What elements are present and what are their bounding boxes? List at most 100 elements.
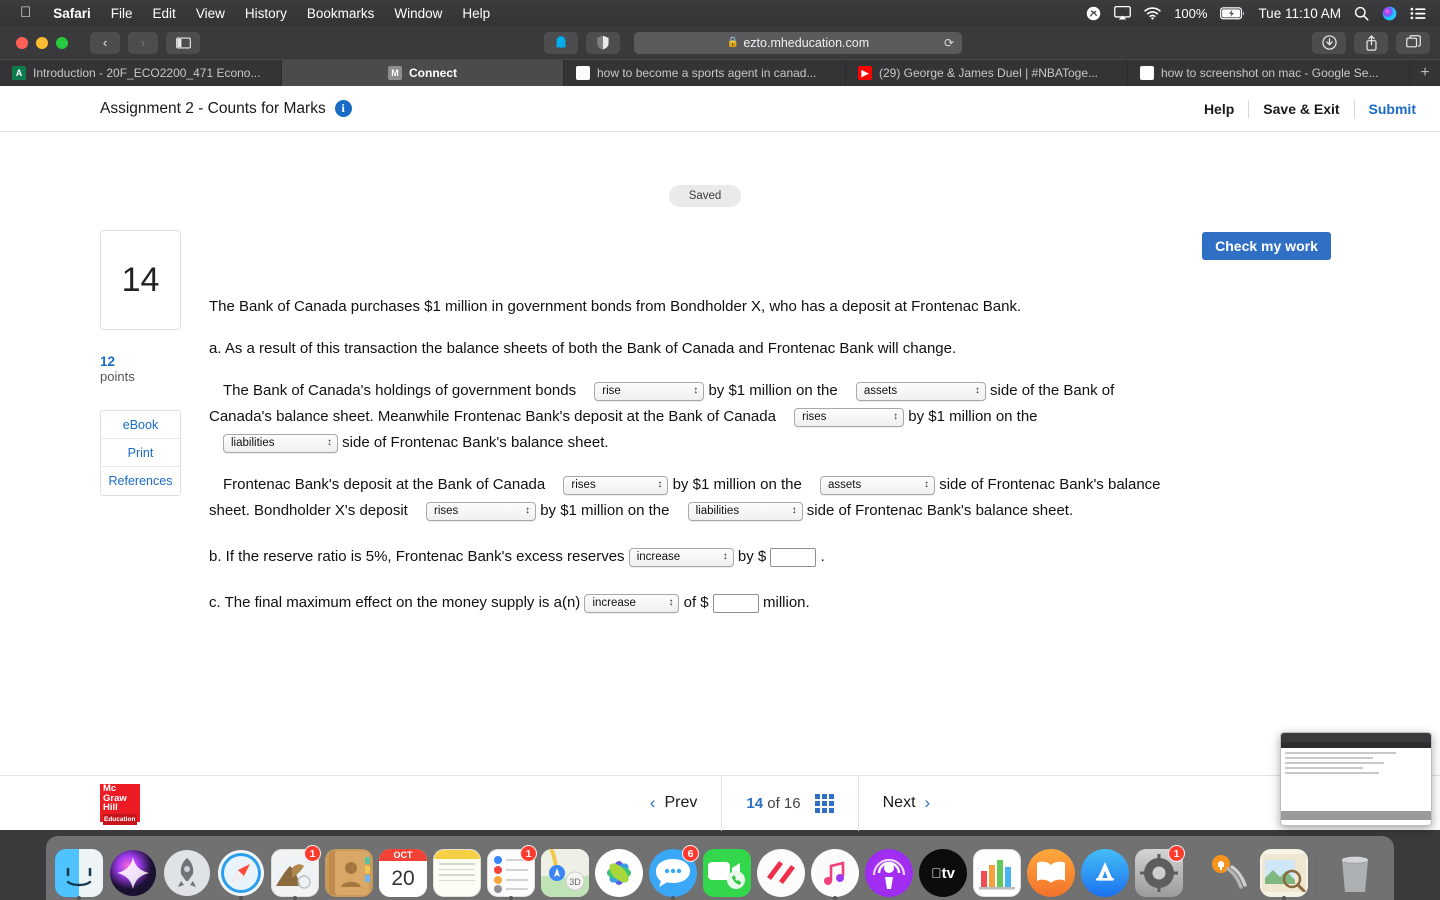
dropdown-excess-reserves-direction[interactable]: increase [628, 547, 734, 567]
control-center-icon[interactable] [1410, 7, 1426, 20]
dropdown-bondholder-side[interactable]: liabilities [687, 501, 803, 521]
info-icon[interactable]: i [334, 100, 352, 117]
new-tab-button[interactable]: + [1410, 60, 1440, 86]
dock-item-finder[interactable] [54, 847, 104, 900]
question-number: 14 [100, 230, 181, 330]
dock-item-notes[interactable] [432, 847, 482, 897]
excess-reserves-amount-input[interactable] [770, 547, 817, 567]
dock-item-reminders[interactable]: 1 [486, 845, 537, 900]
safari-toolbar: ‹ › 🔒 ezto.mheducation.com ⟳ [0, 26, 1440, 59]
ebook-button[interactable]: eBook [101, 411, 180, 440]
dock-item-music[interactable] [810, 847, 860, 900]
toolbar-right-buttons [1312, 31, 1430, 54]
browser-tab-2[interactable]: G how to become a sports agent in canad.… [564, 60, 846, 86]
maximize-window-button[interactable] [56, 36, 68, 49]
ghostery-extension-icon[interactable] [544, 31, 578, 54]
dock-badge-reminders: 1 [520, 845, 537, 862]
question-part-c: c. The final maximum effect on the money… [209, 590, 1169, 616]
battery-icon[interactable] [1220, 6, 1245, 20]
sidebar-toggle-button[interactable] [166, 31, 200, 54]
apple-menu-icon[interactable]:  [8, 4, 43, 23]
question-part-a-paragraph-1: The Bank of Canada's holdings of governm… [209, 378, 1169, 456]
save-and-exit-link[interactable]: Save & Exit [1249, 101, 1353, 117]
shazam-icon[interactable] [1086, 6, 1101, 21]
dropdown-wrapper-1: rise [580, 378, 705, 404]
browser-tab-4[interactable]: G how to screenshot on mac - Google Se..… [1128, 60, 1410, 86]
text-segment: side of Frontenac Bank's balance sheet. [342, 434, 609, 452]
logo-line-3: Hill [103, 802, 118, 813]
dock-item-photos[interactable] [594, 847, 644, 897]
next-button[interactable]: Next › [883, 793, 931, 813]
dock-item-contacts[interactable] [324, 847, 374, 897]
prev-button[interactable]: ‹ Prev [650, 793, 698, 813]
dock-item-numbers[interactable] [972, 847, 1022, 897]
dock-item-appstore[interactable] [1080, 847, 1130, 897]
menu-bar-clock[interactable]: Tue 11:10 AM [1258, 6, 1341, 21]
wifi-icon[interactable] [1144, 6, 1161, 20]
menu-item-history[interactable]: History [235, 6, 297, 21]
menu-item-safari[interactable]: Safari [43, 6, 101, 21]
money-supply-amount-input[interactable] [712, 593, 759, 613]
share-icon[interactable] [1354, 31, 1388, 54]
check-my-work-button[interactable]: Check my work [1202, 232, 1331, 260]
dropdown-frontenac-side[interactable]: liabilities [223, 433, 338, 453]
dock-divider [1319, 850, 1320, 894]
dock-badge-messages: 6 [682, 845, 699, 862]
dropdown-frontenac-boc-deposit-direction[interactable]: rises [563, 475, 669, 495]
print-button[interactable]: Print [101, 439, 180, 468]
menu-item-edit[interactable]: Edit [143, 6, 186, 21]
current-page: 14 [746, 794, 764, 812]
question-grid-icon[interactable] [814, 793, 834, 813]
address-bar[interactable]: 🔒 ezto.mheducation.com ⟳ [634, 31, 962, 54]
dock-item-maps[interactable]: 3D [540, 847, 590, 897]
dock-item-books[interactable] [1026, 847, 1076, 897]
browser-tab-1[interactable]: M Connect [282, 60, 564, 86]
dock-item-calendar[interactable]: OCT 20 [378, 847, 428, 897]
dock-item-keychain-access[interactable] [1205, 847, 1255, 897]
menu-item-view[interactable]: View [186, 6, 235, 21]
dock-item-preview[interactable] [1259, 847, 1309, 900]
siri-icon[interactable] [1382, 6, 1397, 21]
dock-item-mail[interactable]: 1 [270, 845, 321, 900]
page-indicator: 14 of 16 [746, 795, 800, 812]
menu-item-file[interactable]: File [101, 6, 143, 21]
downloads-icon[interactable] [1312, 31, 1346, 54]
browser-tab-0[interactable]: A Introduction - 20F_ECO2200_471 Econo..… [0, 60, 282, 86]
minimize-window-button[interactable] [36, 36, 48, 49]
browser-tab-3[interactable]: ▶ (29) George & James Duel | #NBAToge... [846, 60, 1128, 86]
close-window-button[interactable] [16, 36, 28, 49]
dropdown-boc-bond-holdings[interactable]: rise [594, 381, 705, 401]
dropdown-money-supply-direction[interactable]: increase [584, 593, 680, 613]
references-button[interactable]: References [101, 467, 180, 496]
menu-item-bookmarks[interactable]: Bookmarks [297, 6, 385, 21]
dropdown-bondholder-deposit-direction[interactable]: rises [426, 501, 537, 521]
screenshot-thumbnail-preview[interactable] [1280, 732, 1432, 826]
menu-item-window[interactable]: Window [384, 6, 452, 21]
tab-overview-icon[interactable] [1396, 31, 1430, 54]
dock-item-siri[interactable] [108, 847, 158, 897]
running-indicator [833, 896, 837, 900]
back-button[interactable]: ‹ [90, 31, 120, 54]
dock-item-trash[interactable] [1330, 847, 1380, 897]
airplay-icon[interactable] [1114, 6, 1132, 20]
menu-item-help[interactable]: Help [452, 6, 500, 21]
dock-badge-mail: 1 [304, 845, 321, 862]
help-link[interactable]: Help [1190, 101, 1248, 117]
dropdown-boc-side[interactable]: assets [855, 381, 986, 401]
dock-item-messages[interactable]: 6 [648, 845, 699, 900]
dropdown-frontenac-deposit-direction[interactable]: rises [794, 407, 905, 427]
forward-button[interactable]: › [128, 31, 158, 54]
search-icon[interactable] [1354, 6, 1369, 21]
points-label: points [100, 368, 135, 384]
dock-item-facetime[interactable] [702, 847, 752, 897]
dock-item-podcasts[interactable] [864, 847, 914, 897]
dock-item-news[interactable] [756, 847, 806, 897]
dock-item-launchpad[interactable] [162, 847, 212, 897]
dropdown-frontenac-asset-side[interactable]: assets [820, 475, 936, 495]
privacy-report-icon[interactable] [586, 31, 620, 54]
reload-icon[interactable]: ⟳ [944, 36, 954, 50]
dock-item-system-preferences[interactable]: 1 [1134, 845, 1185, 897]
submit-link[interactable]: Submit [1355, 101, 1416, 117]
dock-item-appletv[interactable]: tv [918, 847, 968, 897]
dock-item-safari[interactable] [216, 847, 266, 900]
